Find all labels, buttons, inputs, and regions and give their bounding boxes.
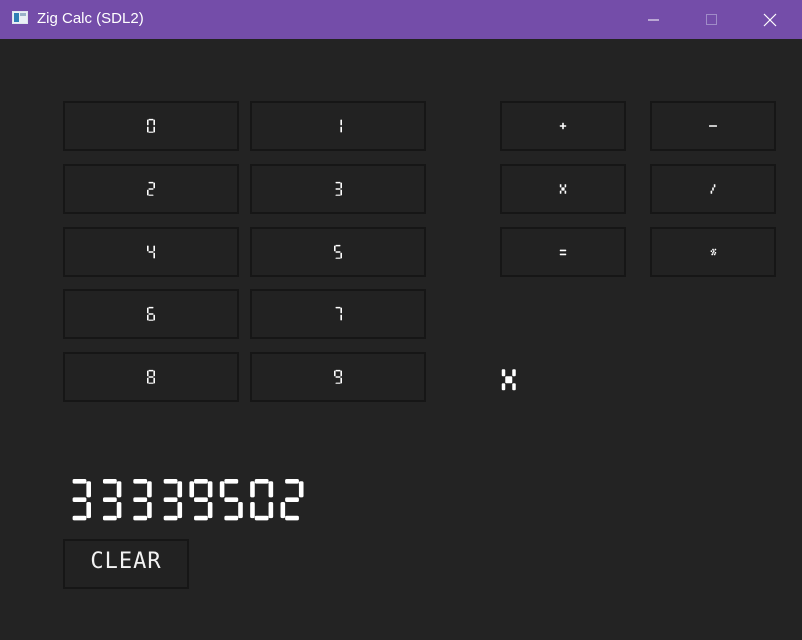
- display-digit: [133, 479, 152, 521]
- equals-key[interactable]: =: [500, 227, 626, 277]
- clear-button[interactable]: CLEAR: [63, 539, 189, 589]
- digit-key-5[interactable]: 5: [250, 227, 426, 277]
- app-icon: [12, 11, 28, 24]
- display-digit: [163, 479, 183, 521]
- digit-key-7[interactable]: 7: [250, 289, 426, 339]
- digit-key-9[interactable]: 9: [250, 352, 426, 402]
- digit-key-2[interactable]: 2: [63, 164, 239, 214]
- digit-key-0[interactable]: 0: [63, 101, 239, 151]
- close-icon: [763, 13, 777, 27]
- title-bar: Zig Calc (SDL2): [0, 0, 802, 39]
- digit-key-7-glyph: [335, 306, 342, 321]
- digit-key-6[interactable]: 6: [63, 289, 239, 339]
- display-digits: [72, 479, 304, 521]
- display-digit: [72, 479, 91, 521]
- digit-key-5-glyph: [334, 244, 342, 260]
- multiply-key-glyph: [559, 184, 567, 194]
- digit-key-9-glyph: [334, 369, 342, 385]
- digit-key-8[interactable]: 8: [63, 352, 239, 402]
- backspace-key-glyph: [710, 248, 717, 256]
- digit-key-1[interactable]: 1: [250, 101, 426, 151]
- divide-key-glyph: [710, 184, 716, 194]
- digit-key-4-glyph: [147, 245, 155, 259]
- digit-key-3[interactable]: 3: [250, 164, 426, 214]
- add-key-glyph: [559, 122, 567, 130]
- digit-key-1-glyph: [340, 119, 342, 133]
- result-display: 33339502: [68, 479, 311, 527]
- digit-key-8-glyph: [147, 369, 155, 385]
- subtract-key-glyph: [709, 125, 717, 127]
- maximize-button[interactable]: [683, 0, 741, 39]
- divide-key[interactable]: /: [650, 164, 776, 214]
- display-digit: [189, 479, 213, 521]
- window-title: Zig Calc (SDL2): [37, 10, 144, 27]
- pending-operator-indicator: x: [500, 364, 518, 400]
- display-digit: [250, 479, 274, 521]
- clear-button-label: CLEAR: [90, 549, 162, 574]
- minimize-button[interactable]: [625, 0, 683, 39]
- multiply-key[interactable]: x: [500, 164, 626, 214]
- digit-key-2-glyph: [147, 181, 155, 197]
- pending-operator-glyph: [501, 369, 516, 391]
- display-digit: [219, 479, 243, 521]
- digit-key-4[interactable]: 4: [63, 227, 239, 277]
- subtract-key[interactable]: -: [650, 101, 776, 151]
- equals-key-glyph: [559, 249, 567, 256]
- display-digit: [102, 479, 122, 521]
- digit-key-0-glyph: [147, 118, 155, 134]
- digit-key-6-glyph: [147, 306, 155, 322]
- calculator-window: CLEAR 0123456789+-x/=«x33339502: [0, 39, 802, 640]
- maximize-icon: [706, 14, 717, 25]
- close-button[interactable]: [741, 0, 799, 39]
- add-key[interactable]: +: [500, 101, 626, 151]
- backspace-key[interactable]: «: [650, 227, 776, 277]
- minimize-icon: [648, 19, 659, 21]
- digit-key-3-glyph: [335, 181, 342, 197]
- display-digit: [280, 479, 304, 521]
